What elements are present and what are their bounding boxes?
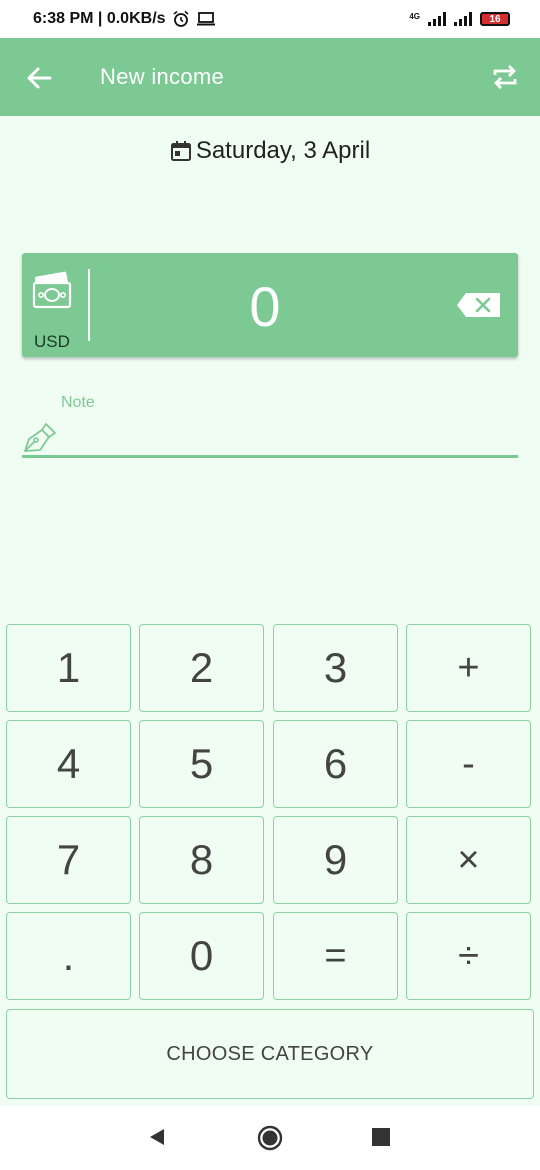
key-0[interactable]: 0	[139, 912, 264, 1000]
status-time: 6:38 PM | 0.0KB/s	[33, 10, 166, 27]
status-right: 4G 16	[409, 12, 510, 26]
key-minus[interactable]: -	[406, 720, 531, 808]
key-plus[interactable]: +	[406, 624, 531, 712]
key-9[interactable]: 9	[273, 816, 398, 904]
date-text: Saturday, 3 April	[195, 137, 371, 164]
choose-category-button[interactable]: CHOOSE CATEGORY	[6, 1009, 534, 1099]
note-underline	[22, 455, 518, 458]
system-nav-bar	[0, 1106, 540, 1170]
app-toolbar: New income	[0, 38, 540, 116]
arrow-left-icon[interactable]	[24, 63, 54, 93]
key-divide[interactable]: ÷	[406, 912, 531, 1000]
key-equals[interactable]: =	[273, 912, 398, 1000]
key-3[interactable]: 3	[273, 624, 398, 712]
circle-home-icon[interactable]	[256, 1124, 284, 1152]
status-bar: 6:38 PM | 0.0KB/s 4G 16	[0, 0, 540, 38]
backspace-icon[interactable]	[456, 292, 502, 318]
repeat-icon[interactable]	[490, 62, 520, 92]
network-label: 4G	[409, 12, 420, 21]
signal-icon	[428, 12, 446, 26]
key-8[interactable]: 8	[139, 816, 264, 904]
amount-card: USD 0	[22, 253, 518, 357]
key-5[interactable]: 5	[139, 720, 264, 808]
laptop-icon	[196, 12, 215, 26]
banknotes-icon[interactable]	[32, 271, 74, 311]
key-multiply[interactable]: ×	[406, 816, 531, 904]
page-title: New income	[100, 64, 225, 89]
card-divider	[88, 269, 90, 341]
triangle-back-icon[interactable]	[146, 1126, 168, 1148]
currency-label[interactable]: USD	[34, 332, 70, 352]
signal-icon-2	[454, 12, 472, 26]
key-4[interactable]: 4	[6, 720, 131, 808]
key-6[interactable]: 6	[273, 720, 398, 808]
pen-icon	[24, 423, 56, 452]
note-input[interactable]	[66, 420, 520, 454]
status-left: 6:38 PM | 0.0KB/s	[33, 10, 216, 28]
date-selector[interactable]: Saturday, 3 April	[0, 134, 540, 168]
key-2[interactable]: 2	[139, 624, 264, 712]
square-recents-icon[interactable]	[372, 1128, 390, 1146]
key-7[interactable]: 7	[6, 816, 131, 904]
alarm-clock-icon	[173, 10, 189, 27]
note-label: Note	[61, 394, 95, 411]
key-decimal[interactable]: .	[6, 912, 131, 1000]
key-1[interactable]: 1	[6, 624, 131, 712]
battery-icon: 16	[480, 12, 510, 26]
amount-display: 0	[249, 275, 281, 338]
calendar-icon	[170, 141, 191, 161]
